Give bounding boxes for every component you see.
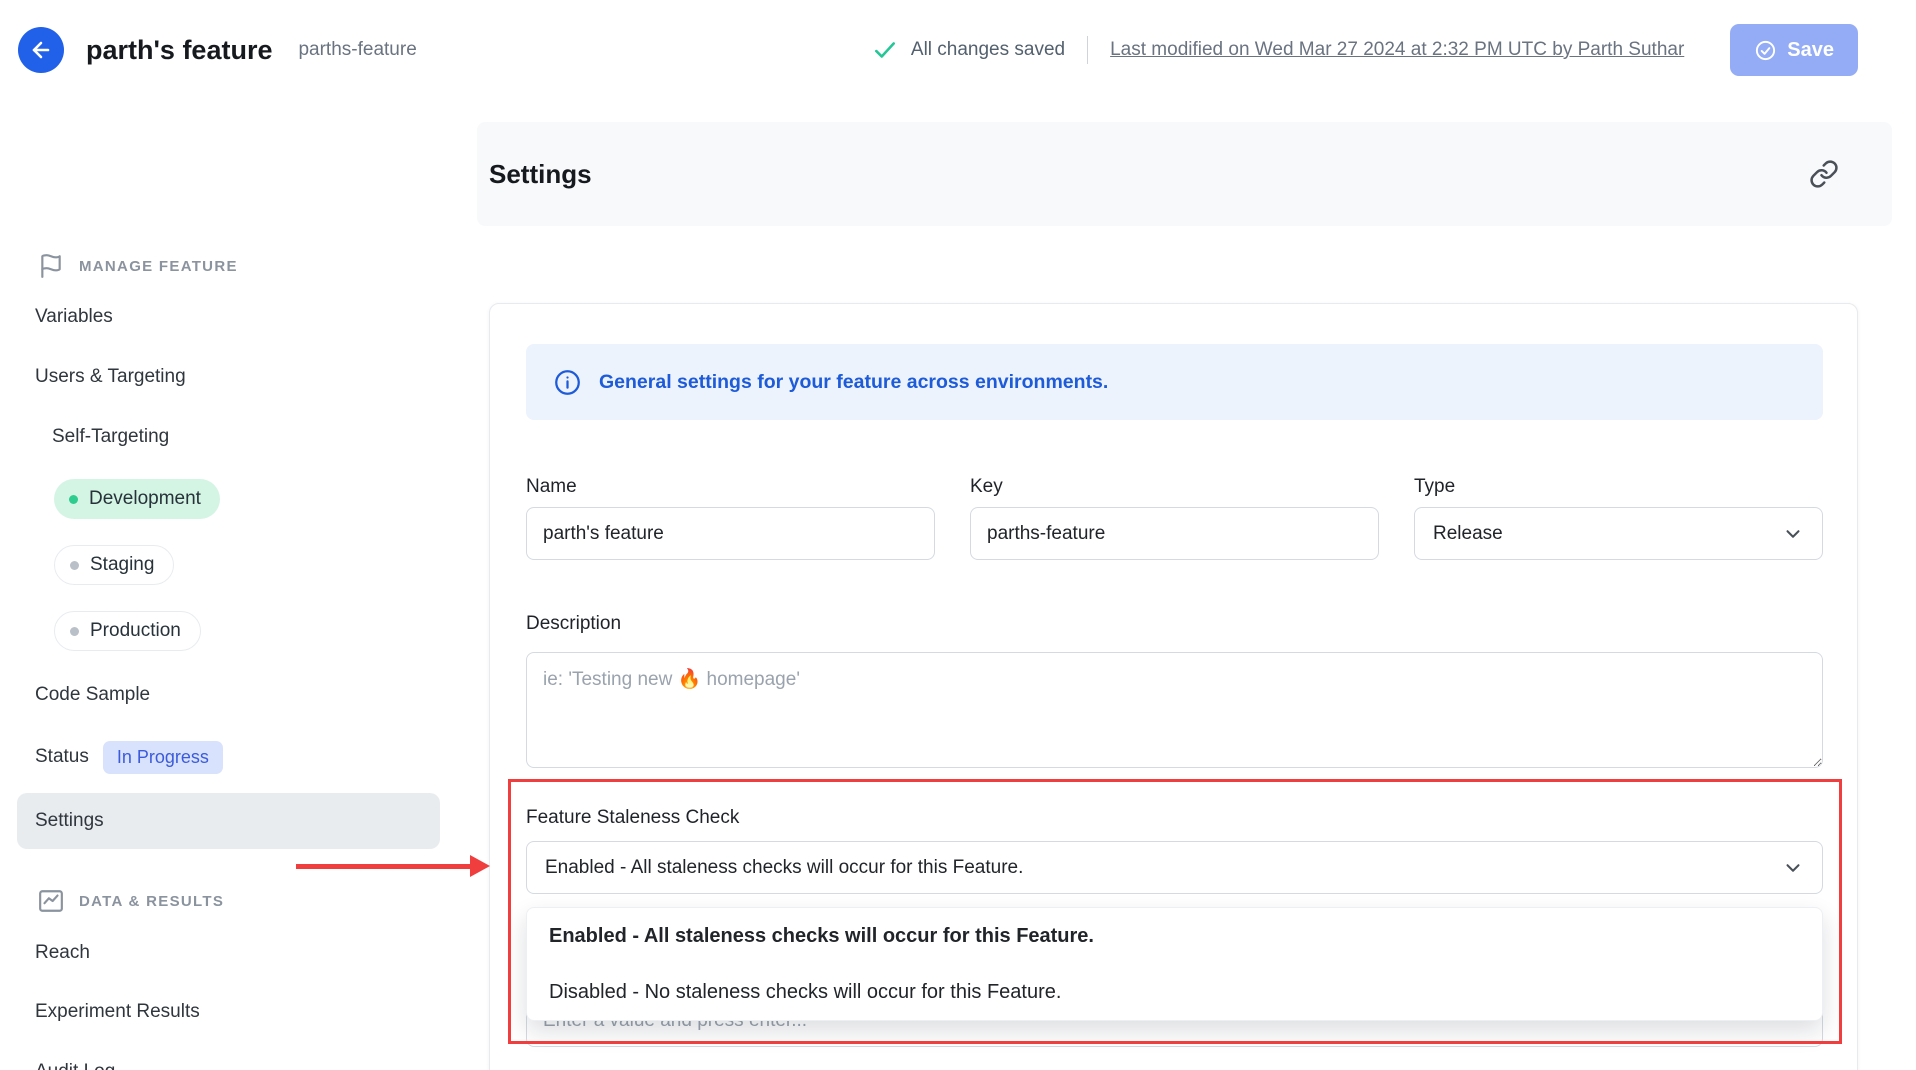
- back-button[interactable]: [18, 27, 64, 73]
- environment-dot-gray: [70, 561, 79, 570]
- manage-feature-section-header: MANAGE FEATURE: [38, 242, 238, 290]
- sidebar-item-status[interactable]: Status In Progress: [35, 733, 223, 781]
- environment-dot-green: [69, 495, 78, 504]
- link-icon: [1809, 159, 1839, 189]
- feature-key: parths-feature: [298, 39, 416, 61]
- manage-feature-label: MANAGE FEATURE: [79, 258, 238, 275]
- sidebar-item-self-targeting[interactable]: Self-Targeting: [52, 413, 169, 461]
- saved-status-text: All changes saved: [911, 39, 1065, 61]
- type-select[interactable]: Release: [1414, 507, 1823, 560]
- sidebar-item-experiment-results[interactable]: Experiment Results: [35, 988, 200, 1036]
- type-label: Type: [1414, 476, 1455, 498]
- chart-icon: [38, 888, 64, 914]
- chevron-down-icon: [1782, 857, 1804, 879]
- sidebar: MANAGE FEATURE Variables Users & Targeti…: [0, 100, 470, 1070]
- description-textarea[interactable]: [526, 652, 1823, 768]
- environment-row-production: Production: [54, 607, 201, 655]
- sidebar-item-code-sample[interactable]: Code Sample: [35, 671, 150, 719]
- flag-icon: [38, 253, 64, 279]
- staleness-select[interactable]: Enabled - All staleness checks will occu…: [526, 841, 1823, 894]
- check-icon: [872, 37, 898, 63]
- info-icon: [554, 369, 581, 396]
- header-divider: [1087, 36, 1088, 64]
- sidebar-item-variables[interactable]: Variables: [35, 293, 113, 341]
- top-header: parth's feature parths-feature All chang…: [0, 0, 1916, 100]
- info-banner-text: General settings for your feature across…: [599, 371, 1108, 394]
- sidebar-item-audit-log[interactable]: Audit Log: [35, 1048, 115, 1070]
- staleness-option-enabled[interactable]: Enabled - All staleness checks will occu…: [527, 908, 1822, 964]
- name-label: Name: [526, 476, 577, 498]
- type-select-value: Release: [1433, 523, 1503, 545]
- key-label: Key: [970, 476, 1003, 498]
- environment-label: Production: [90, 620, 181, 642]
- environment-row-development: Development: [54, 475, 220, 523]
- save-button[interactable]: Save: [1730, 24, 1858, 76]
- last-modified-link[interactable]: Last modified on Wed Mar 27 2024 at 2:32…: [1110, 39, 1684, 61]
- saved-status: All changes saved: [872, 37, 1065, 63]
- name-input[interactable]: [526, 507, 935, 560]
- description-label: Description: [526, 613, 621, 635]
- data-results-label: DATA & RESULTS: [79, 893, 224, 910]
- status-label: Status: [35, 746, 89, 768]
- key-input[interactable]: [970, 507, 1379, 560]
- save-button-label: Save: [1787, 39, 1834, 62]
- sidebar-item-reach[interactable]: Reach: [35, 929, 90, 977]
- status-badge: In Progress: [103, 741, 223, 774]
- arrow-left-icon: [29, 38, 53, 62]
- staleness-label: Feature Staleness Check: [526, 807, 739, 829]
- chevron-down-icon: [1782, 523, 1804, 545]
- environment-label: Staging: [90, 554, 154, 576]
- staleness-select-value: Enabled - All staleness checks will occu…: [545, 857, 1023, 879]
- feature-title: parth's feature: [86, 35, 272, 66]
- copy-link-button[interactable]: [1802, 152, 1846, 196]
- environment-label: Development: [89, 488, 201, 510]
- annotation-arrow-head: [470, 855, 490, 877]
- sidebar-item-settings[interactable]: Settings: [17, 793, 440, 849]
- check-circle-icon: [1754, 39, 1777, 62]
- page-title: Settings: [489, 159, 592, 190]
- info-banner: General settings for your feature across…: [526, 344, 1823, 420]
- staleness-dropdown: Enabled - All staleness checks will occu…: [526, 907, 1823, 1021]
- settings-card: General settings for your feature across…: [489, 303, 1858, 1070]
- environment-pill-staging[interactable]: Staging: [54, 545, 174, 585]
- environment-pill-production[interactable]: Production: [54, 611, 201, 651]
- sidebar-item-users-targeting[interactable]: Users & Targeting: [35, 353, 186, 401]
- staleness-option-disabled[interactable]: Disabled - No staleness checks will occu…: [527, 964, 1822, 1020]
- environment-pill-development[interactable]: Development: [54, 479, 220, 519]
- data-results-section-header: DATA & RESULTS: [38, 877, 224, 925]
- environment-dot-gray: [70, 627, 79, 636]
- settings-header-band: Settings: [477, 122, 1892, 226]
- environment-row-staging: Staging: [54, 541, 174, 589]
